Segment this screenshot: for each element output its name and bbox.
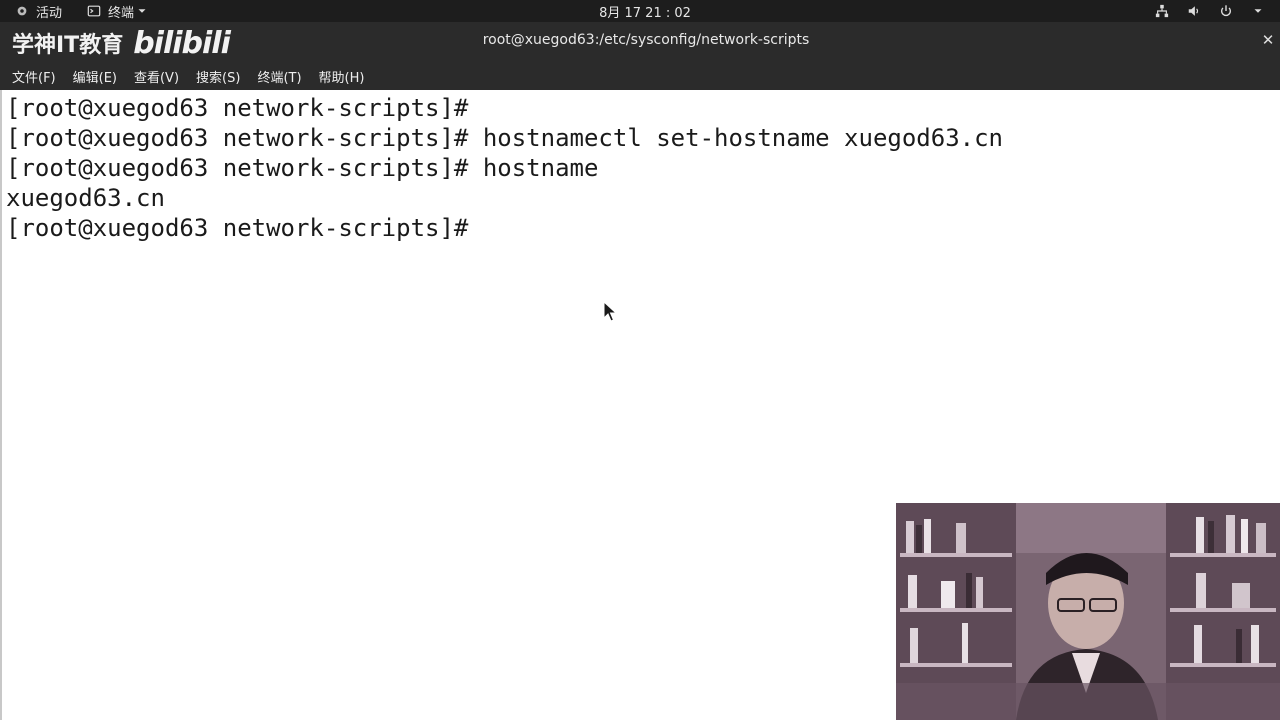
close-icon: ✕ <box>1261 31 1275 49</box>
activities-label: 活动 <box>36 5 63 21</box>
activities-icon <box>14 3 30 19</box>
menu-edit[interactable]: 编辑(E) <box>73 67 117 86</box>
terminal-line: [root@xuegod63 network-scripts]# <box>6 94 469 122</box>
clock-button[interactable]: 8月 17 21 : 02 <box>599 2 691 21</box>
menu-terminal[interactable]: 终端(T) <box>257 67 301 86</box>
terminal-app-icon <box>86 3 102 19</box>
menu-bar: 文件(F) 编辑(E) 查看(V) 搜索(S) 终端(T) 帮助(H) <box>0 62 1280 90</box>
app-menu-button[interactable]: 终端 <box>86 0 150 22</box>
chevron-down-icon <box>134 3 150 19</box>
terminal-line: xuegod63.cn <box>6 184 165 212</box>
terminal-line: [root@xuegod63 network-scripts]# <box>6 214 469 242</box>
mouse-cursor-icon <box>603 301 617 322</box>
network-icon <box>1154 3 1170 19</box>
menu-view[interactable]: 查看(V) <box>134 67 179 86</box>
chevron-down-icon <box>1250 3 1266 19</box>
power-icon <box>1218 3 1234 19</box>
menu-help[interactable]: 帮助(H) <box>319 67 365 86</box>
terminal-line: [root@xuegod63 network-scripts]# hostnam… <box>6 154 599 182</box>
system-top-bar: 活动 终端 8月 17 21 : 02 <box>0 0 1280 22</box>
menu-search[interactable]: 搜索(S) <box>196 67 240 86</box>
activities-button[interactable]: 活动 <box>14 0 62 22</box>
volume-icon <box>1186 3 1202 19</box>
window-title: root@xuegod63:/etc/sysconfig/network-scr… <box>482 32 810 48</box>
app-menu-label: 终端 <box>108 5 135 21</box>
terminal-line: [root@xuegod63 network-scripts]# hostnam… <box>6 124 1003 152</box>
system-status-area[interactable] <box>1154 0 1266 22</box>
presenter-video-image <box>896 503 1280 720</box>
webcam-overlay <box>896 503 1280 720</box>
close-button[interactable]: ✕ <box>1260 31 1276 49</box>
menu-file[interactable]: 文件(F) <box>12 67 56 86</box>
window-title-bar[interactable]: 学神IT教育 bilibili root@xuegod63:/etc/sysco… <box>0 22 1280 62</box>
clock-container: 8月 17 21 : 02 <box>0 0 1280 22</box>
